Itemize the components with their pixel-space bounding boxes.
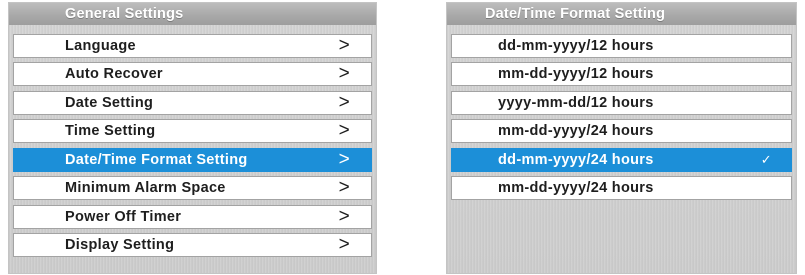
menu-item-display-setting[interactable]: Display Setting >	[13, 232, 372, 257]
chevron-right-icon: >	[338, 233, 350, 255]
general-settings-panel: General Settings Language > Auto Recover…	[9, 3, 376, 273]
menu-item-label: Date/Time Format Setting	[65, 151, 248, 168]
format-option-label: mm-dd-yyyy/12 hours	[498, 66, 654, 83]
format-option[interactable]: dd-mm-yyyy/12 hours	[451, 34, 792, 58]
general-settings-title: General Settings	[9, 3, 376, 25]
check-icon: ✓	[760, 151, 772, 167]
date-time-format-title: Date/Time Format Setting	[447, 3, 796, 25]
date-time-format-panel: Date/Time Format Setting dd-mm-yyyy/12 h…	[447, 3, 796, 273]
menu-item-power-off-timer[interactable]: Power Off Timer >	[13, 204, 372, 229]
format-option[interactable]: mm-dd-yyyy/24 hours	[451, 119, 792, 144]
format-option-label: dd-mm-yyyy/12 hours	[498, 38, 654, 54]
format-option-label: mm-dd-yyyy/24 hours	[498, 180, 654, 197]
menu-item-label: Power Off Timer	[65, 208, 182, 225]
chevron-right-icon: >	[338, 148, 350, 170]
menu-item-label: Date Setting	[65, 94, 154, 111]
chevron-right-icon: >	[338, 120, 350, 142]
menu-item-label: Language	[65, 38, 136, 54]
chevron-right-icon: >	[338, 63, 350, 85]
menu-item-label: Display Setting	[65, 236, 175, 253]
chevron-right-icon: >	[338, 35, 350, 56]
format-option[interactable]: mm-dd-yyyy/12 hours	[451, 62, 792, 87]
format-option-label: yyyy-mm-dd/12 hours	[498, 94, 654, 111]
general-settings-list: Language > Auto Recover > Date Setting >…	[13, 34, 372, 261]
format-option-selected[interactable]: dd-mm-yyyy/24 hours ✓	[451, 147, 792, 172]
chevron-right-icon: >	[338, 91, 350, 113]
format-option-label: dd-mm-yyyy/24 hours	[498, 151, 654, 168]
menu-item-minimum-alarm-space[interactable]: Minimum Alarm Space >	[13, 176, 372, 201]
format-option[interactable]: mm-dd-yyyy/24 hours	[451, 176, 792, 201]
format-options-list: dd-mm-yyyy/12 hours mm-dd-yyyy/12 hours …	[451, 34, 792, 205]
chevron-right-icon: >	[338, 177, 350, 199]
format-option[interactable]: yyyy-mm-dd/12 hours	[451, 90, 792, 115]
menu-item-label: Auto Recover	[65, 66, 163, 83]
menu-item-date-setting[interactable]: Date Setting >	[13, 90, 372, 115]
menu-item-auto-recover[interactable]: Auto Recover >	[13, 62, 372, 87]
chevron-right-icon: >	[338, 205, 350, 227]
menu-item-date-time-format-setting[interactable]: Date/Time Format Setting >	[13, 147, 372, 172]
menu-item-time-setting[interactable]: Time Setting >	[13, 119, 372, 144]
menu-item-label: Minimum Alarm Space	[65, 180, 226, 197]
menu-item-language[interactable]: Language >	[13, 34, 372, 58]
menu-item-label: Time Setting	[65, 123, 156, 140]
format-option-label: mm-dd-yyyy/24 hours	[498, 123, 654, 140]
